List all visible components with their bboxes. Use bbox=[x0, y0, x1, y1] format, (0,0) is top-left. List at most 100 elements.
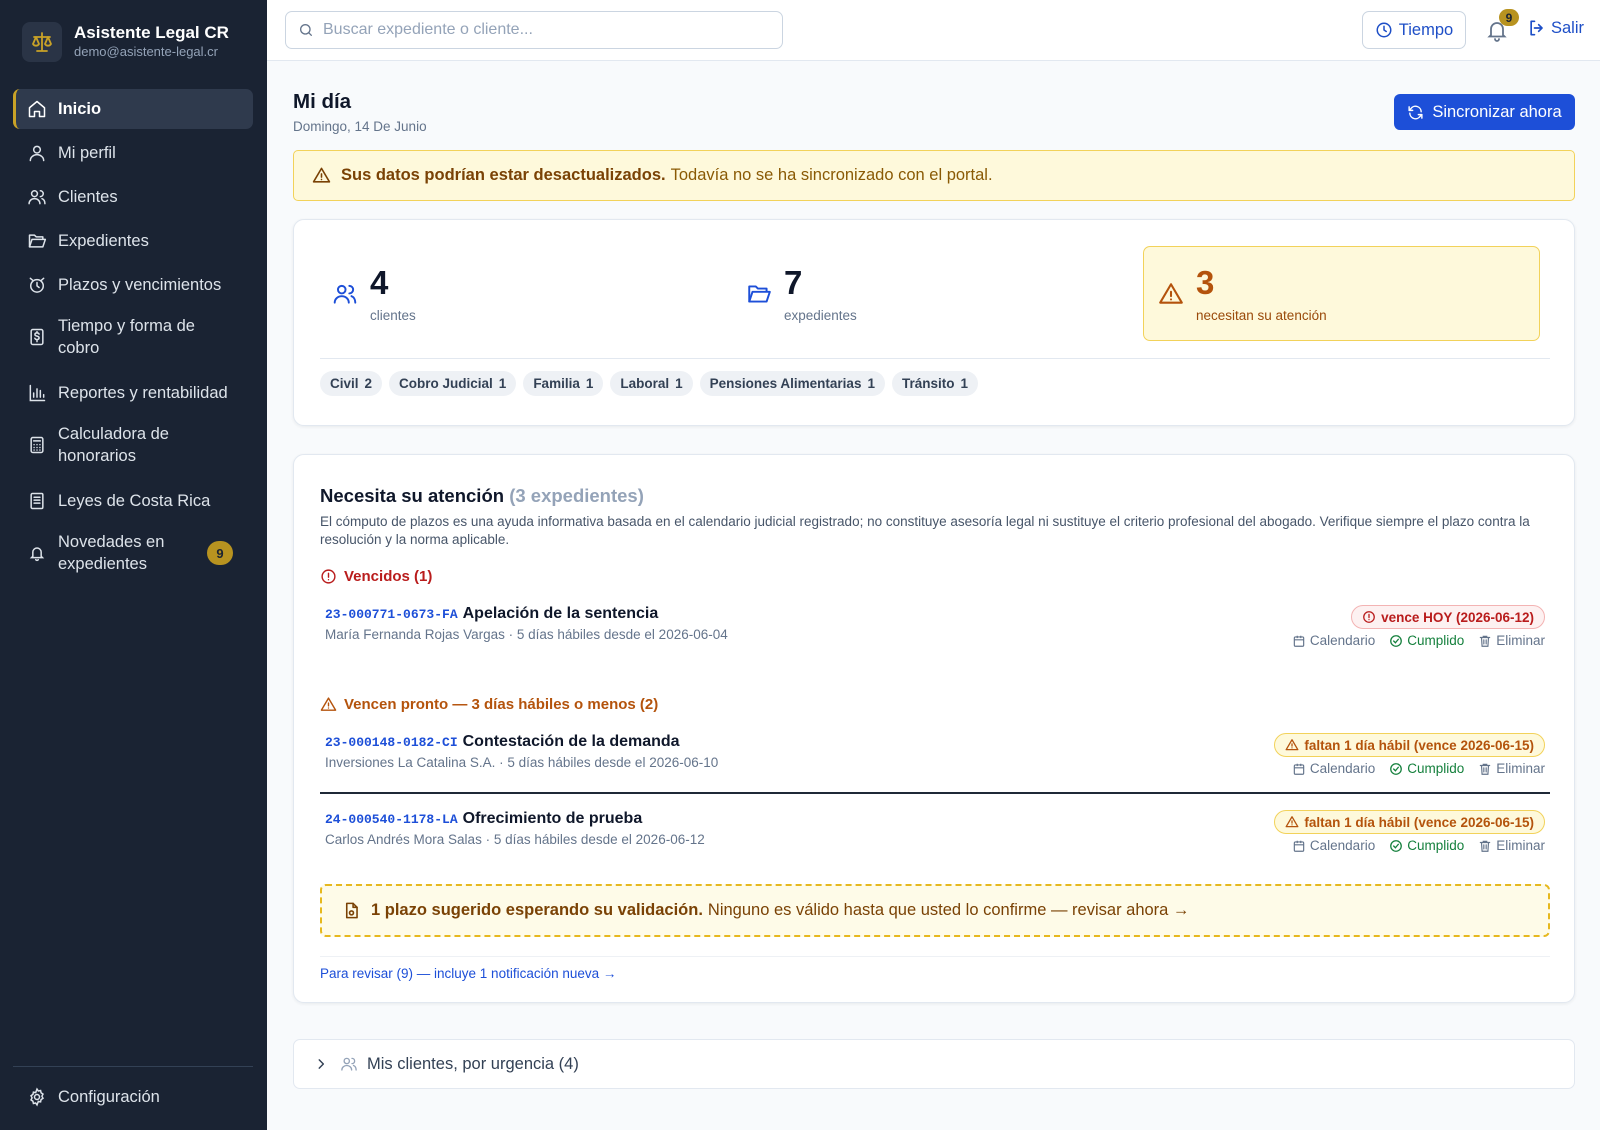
clock-icon bbox=[1376, 22, 1392, 38]
chip-count: 1 bbox=[867, 376, 875, 391]
delete-button[interactable]: Eliminar bbox=[1478, 838, 1545, 853]
warning-icon bbox=[1159, 282, 1183, 304]
sidebar-item-expedientes[interactable]: Expedientes bbox=[13, 221, 253, 261]
chip-count: 1 bbox=[960, 376, 968, 391]
sidebar-item-plazos[interactable]: Plazos y vencimientos bbox=[13, 265, 253, 305]
done-button[interactable]: Cumplido bbox=[1389, 633, 1464, 648]
check-circle-icon bbox=[1390, 762, 1403, 775]
calendar-icon bbox=[1293, 840, 1305, 852]
tiempo-button[interactable]: Tiempo bbox=[1362, 11, 1466, 49]
chip-laboral[interactable]: Laboral 1 bbox=[610, 371, 693, 396]
sync-now-button[interactable]: Sincronizar ahora bbox=[1394, 94, 1575, 130]
chip-cobro-judicial[interactable]: Cobro Judicial 1 bbox=[389, 371, 517, 396]
chip-label: Civil bbox=[330, 376, 359, 391]
chip-pensiones[interactable]: Pensiones Alimentarias 1 bbox=[699, 371, 885, 396]
stat-expedientes[interactable]: 7 expedientes bbox=[746, 246, 857, 341]
chip-transito[interactable]: Tránsito 1 bbox=[891, 371, 978, 396]
chip-count: 1 bbox=[498, 376, 507, 391]
calendar-button[interactable]: Calendario bbox=[1292, 633, 1375, 648]
chevron-right-icon bbox=[318, 1059, 325, 1069]
case-number-link[interactable]: 23-000148-0182-CI bbox=[325, 735, 458, 750]
suggestion-text: Ninguno es válido hasta que usted lo con… bbox=[707, 901, 1190, 919]
sidebar-item-tiempo-cobro[interactable]: Tiempo y forma de cobro bbox=[13, 312, 253, 362]
stat-expedientes-value: 7 bbox=[784, 263, 803, 301]
done-label: Cumplido bbox=[1407, 838, 1465, 853]
sidebar-item-inicio[interactable]: Inicio bbox=[13, 89, 253, 129]
chip-label: Tránsito bbox=[901, 376, 955, 391]
attention-card: Necesita su atención (3 expedientes) El … bbox=[293, 454, 1575, 1003]
sidebar-item-label: Calculadora de honorarios bbox=[58, 425, 169, 465]
clients-by-urgency-toggle[interactable]: Mis clientes, por urgencia (4) bbox=[293, 1039, 1575, 1089]
summary-card: 4 clientes 7 expedientes 3 necesitan su … bbox=[293, 219, 1575, 426]
sidebar-item-mi-perfil[interactable]: Mi perfil bbox=[13, 133, 253, 173]
document-icon bbox=[345, 902, 358, 919]
clients-section-label: Mis clientes, por urgencia (4) bbox=[367, 1054, 579, 1073]
user-icon bbox=[29, 145, 45, 162]
item-divider bbox=[320, 792, 1550, 794]
sidebar-item-label: Inicio bbox=[58, 100, 102, 118]
check-circle-icon bbox=[1390, 839, 1403, 852]
due-status-badge: vence HOY (2026-06-12) bbox=[1351, 605, 1545, 629]
deadline-item[interactable]: 24-000540-1178-LA Ofrecimiento de prueba … bbox=[325, 810, 1545, 866]
sidebar-item-configuracion[interactable]: Configuración bbox=[13, 1077, 253, 1117]
trash-icon bbox=[1479, 840, 1491, 852]
brand[interactable]: Asistente Legal CR demo@asistente-legal.… bbox=[22, 22, 229, 62]
trash-icon bbox=[1479, 635, 1491, 647]
sync-now-label: Sincronizar ahora bbox=[1432, 102, 1562, 121]
sidebar-nav: Inicio Mi perfil Clientes Expedientes Pl… bbox=[13, 89, 253, 589]
chip-label: Pensiones Alimentarias bbox=[709, 376, 862, 391]
done-button[interactable]: Cumplido bbox=[1389, 838, 1464, 853]
salir-label: Salir bbox=[1551, 18, 1585, 37]
check-circle-icon bbox=[1390, 634, 1403, 647]
page-title: Mi día bbox=[293, 90, 352, 113]
sidebar-item-novedades[interactable]: Novedades en expedientes 9 bbox=[13, 528, 253, 578]
sidebar-item-calculadora[interactable]: Calculadora de honorarios bbox=[13, 420, 253, 470]
delete-button[interactable]: Eliminar bbox=[1478, 761, 1545, 776]
chip-civil[interactable]: Civil 2 bbox=[320, 371, 383, 396]
calendar-button[interactable]: Calendario bbox=[1292, 838, 1375, 853]
calendar-label: Calendario bbox=[1309, 633, 1376, 648]
bell-icon bbox=[29, 547, 45, 562]
overdue-group-header: Vencidos (1) bbox=[320, 568, 432, 585]
book-icon bbox=[30, 492, 44, 510]
chip-count: 1 bbox=[675, 376, 683, 391]
stat-clientes-caption: clientes bbox=[370, 307, 416, 323]
receipt-icon bbox=[30, 328, 44, 346]
search-box[interactable] bbox=[285, 11, 783, 49]
case-number-link[interactable]: 24-000540-1178-LA bbox=[325, 812, 458, 827]
due-status-text: faltan 1 día hábil (vence 2026-06-15) bbox=[1304, 814, 1534, 830]
due-soon-header-text: Vencen pronto — 3 días hábiles o menos (… bbox=[344, 696, 659, 713]
sidebar-item-label: Clientes bbox=[58, 188, 118, 206]
delete-label: Eliminar bbox=[1496, 633, 1545, 648]
alert-bold-text: Sus datos podrían estar desactualizados. bbox=[341, 166, 666, 184]
delete-button[interactable]: Eliminar bbox=[1478, 633, 1545, 648]
done-label: Cumplido bbox=[1407, 633, 1465, 648]
salir-button[interactable]: Salir bbox=[1527, 18, 1584, 38]
users-icon bbox=[333, 284, 357, 304]
calendar-icon bbox=[1293, 635, 1305, 647]
sidebar-item-leyes[interactable]: Leyes de Costa Rica bbox=[13, 481, 253, 521]
sidebar-item-reportes[interactable]: Reportes y rentabilidad bbox=[13, 373, 253, 413]
deadline-item[interactable]: 23-000771-0673-FA Apelación de la sentenc… bbox=[325, 605, 1545, 661]
sidebar-item-label: Configuración bbox=[58, 1088, 160, 1106]
tiempo-button-label: Tiempo bbox=[1398, 20, 1454, 39]
sidebar-item-clientes[interactable]: Clientes bbox=[13, 177, 253, 217]
stat-atencion-caption: necesitan su atención bbox=[1196, 307, 1327, 323]
chip-familia[interactable]: Familia 1 bbox=[523, 371, 604, 396]
topbar: Tiempo 9 Salir bbox=[267, 0, 1600, 61]
deadline-item[interactable]: 23-000148-0182-CI Contestación de la dema… bbox=[325, 733, 1545, 789]
overdue-header-text: Vencidos (1) bbox=[344, 568, 433, 585]
search-icon bbox=[300, 24, 312, 36]
stat-expedientes-caption: expedientes bbox=[784, 307, 857, 323]
search-input[interactable] bbox=[323, 21, 763, 39]
calendar-button[interactable]: Calendario bbox=[1292, 761, 1375, 776]
review-link[interactable]: Para revisar (9) — incluye 1 notificació… bbox=[320, 966, 616, 981]
case-number-link[interactable]: 23-000771-0673-FA bbox=[325, 607, 458, 622]
done-button[interactable]: Cumplido bbox=[1389, 761, 1464, 776]
trash-icon bbox=[1479, 763, 1491, 775]
stat-atencion[interactable]: 3 necesitan su atención bbox=[1143, 246, 1540, 341]
attention-title: Necesita su atención (3 expedientes) bbox=[320, 485, 644, 507]
suggested-deadline-banner[interactable]: 1 plazo sugerido esperando su validación… bbox=[320, 884, 1550, 937]
stat-clientes[interactable]: 4 clientes bbox=[332, 246, 416, 341]
notifications-badge: 9 bbox=[1499, 9, 1519, 26]
